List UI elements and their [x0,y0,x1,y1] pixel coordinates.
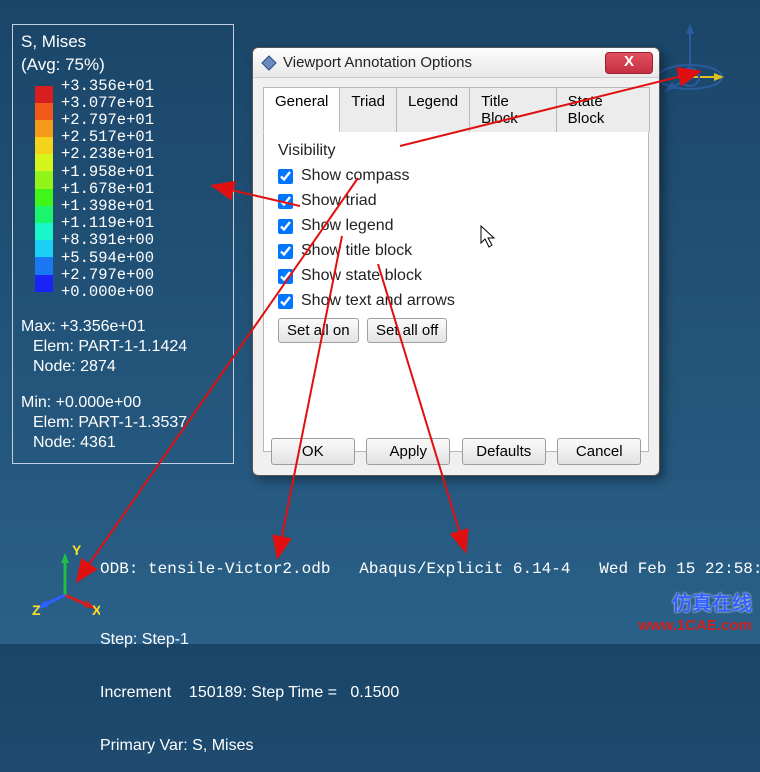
dialog-icon [261,55,277,71]
checkbox-title-block[interactable] [278,244,293,259]
title-block: ODB: tensile-Victor2.odb Abaqus/Explicit… [100,560,760,578]
legend-min-node: Node: 4361 [33,433,225,453]
viewport-annotation-dialog: Viewport Annotation Options X General Tr… [252,47,660,476]
defaults-button[interactable]: Defaults [462,438,546,465]
visibility-label: Visibility [278,142,634,160]
legend-max-node: Node: 2874 [33,357,225,377]
mouse-cursor-icon [480,225,498,255]
tab-general[interactable]: General [263,87,340,132]
ok-button[interactable]: OK [271,438,355,465]
svg-text:Y: Y [72,545,82,558]
state-increment: Increment 150189: Step Time = 0.1500 [100,684,399,702]
triad-icon[interactable]: Y X Z [30,545,100,615]
tab-triad[interactable]: Triad [339,87,397,132]
legend-tick-labels: +3.356e+01 +3.077e+01 +2.797e+01 +2.517e… [61,78,154,302]
tab-legend[interactable]: Legend [396,87,470,132]
checkbox-text-arrows[interactable] [278,294,293,309]
legend-min: Min: +0.000e+00 [21,393,225,413]
tab-title-block[interactable]: Title Block [469,87,557,132]
legend-variable: S, Mises [21,31,225,52]
tab-state-block[interactable]: State Block [556,87,650,132]
state-primary-var: Primary Var: S, Mises [100,737,399,755]
svg-text:Z: Z [32,602,41,615]
check-show-compass[interactable]: Show compass [278,167,634,185]
watermark: 仿真在线 www.1CAE.com [638,587,752,634]
state-step: Step: Step-1 [100,631,399,649]
cancel-button[interactable]: Cancel [557,438,641,465]
tab-content-general: Visibility Show compass Show triad Show … [263,132,649,452]
check-show-title-block[interactable]: Show title block [278,242,634,260]
check-show-triad[interactable]: Show triad [278,192,634,210]
checkbox-triad[interactable] [278,194,293,209]
set-all-off-button[interactable]: Set all off [367,318,447,343]
checkbox-state-block[interactable] [278,269,293,284]
legend-colorbar [35,86,53,292]
dialog-titlebar[interactable]: Viewport Annotation Options X [253,48,659,78]
checkbox-legend[interactable] [278,219,293,234]
state-block: Step: Step-1 Increment 150189: Step Time… [100,596,399,772]
tabstrip: General Triad Legend Title Block State B… [263,86,649,132]
apply-button[interactable]: Apply [366,438,450,465]
dialog-title: Viewport Annotation Options [283,54,605,71]
check-show-state-block[interactable]: Show state block [278,267,634,285]
legend-max-elem: Elem: PART-1-1.1424 [33,337,225,357]
check-show-legend[interactable]: Show legend [278,217,634,235]
close-button[interactable]: X [605,52,653,74]
legend-min-elem: Elem: PART-1-1.3537 [33,413,225,433]
legend-max: Max: +3.356e+01 [21,317,225,337]
compass-icon[interactable] [650,22,730,102]
svg-text:X: X [92,602,100,615]
set-all-on-button[interactable]: Set all on [278,318,359,343]
check-show-text-arrows[interactable]: Show text and arrows [278,292,634,310]
legend-panel: S, Mises (Avg: 75%) +3.356e+01 +3.077e+0… [12,24,234,464]
legend-avg: (Avg: 75%) [21,54,225,75]
watermark-line1: 仿真在线 [638,587,752,617]
checkbox-compass[interactable] [278,169,293,184]
watermark-line2: www.1CAE.com [638,617,752,634]
